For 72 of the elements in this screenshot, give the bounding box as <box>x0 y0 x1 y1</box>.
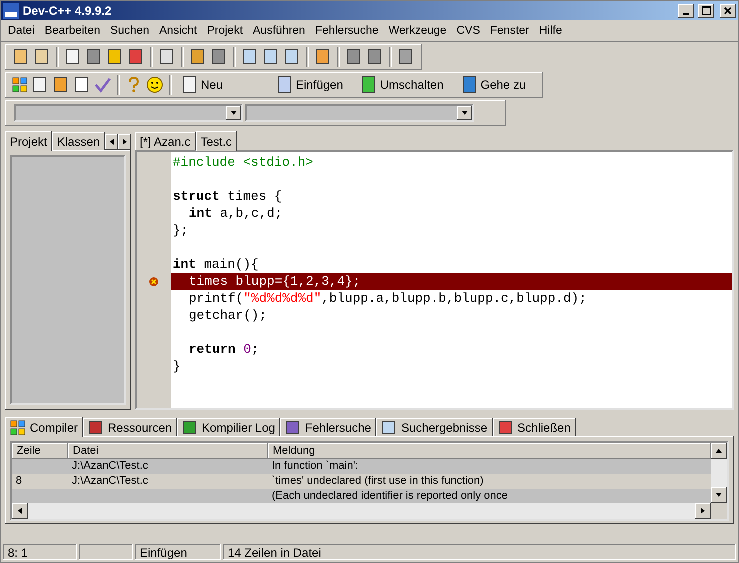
tab[interactable]: Ressourcen <box>83 418 178 436</box>
arrow-up-icon <box>715 447 723 455</box>
tab[interactable]: Kompilier Log <box>177 418 280 436</box>
tab[interactable]: Fehlersuche <box>280 418 376 436</box>
tab[interactable]: Test.c <box>196 131 238 151</box>
page-icon[interactable] <box>64 48 82 66</box>
tab[interactable]: Klassen <box>52 132 106 150</box>
code-line: getchar(); <box>188 307 268 324</box>
window-title: Dev-C++ 4.9.9.2 <box>23 4 113 18</box>
status-field: Einfügen <box>135 544 221 560</box>
menu-item[interactable]: Projekt <box>202 24 248 36</box>
toolbar-button[interactable]: Einfügen <box>272 74 350 96</box>
maximize-button[interactable] <box>698 4 714 18</box>
menu-item[interactable]: Fenster <box>485 24 534 36</box>
minimize-button[interactable] <box>678 4 694 18</box>
arrow-down-icon <box>715 491 723 499</box>
code-line: } <box>172 358 182 375</box>
toolbar-button[interactable]: Umschalten <box>356 74 450 96</box>
table-cell-text: In function `main': <box>271 459 360 474</box>
minimize-icon <box>683 12 689 14</box>
menu-item[interactable]: Werkzeuge <box>384 24 452 36</box>
status-field: 8: 1 <box>3 544 77 560</box>
code-line: struct times { <box>172 188 284 205</box>
code-line: int a,b,c,d; <box>188 205 284 222</box>
smiley-icon[interactable] <box>146 76 164 94</box>
menu-item[interactable]: CVS <box>452 24 486 36</box>
arrow-right-icon <box>120 138 129 146</box>
scroll-right-button[interactable] <box>118 134 131 150</box>
page-icon[interactable] <box>85 48 103 66</box>
arrow-left-icon <box>16 507 24 515</box>
maximize-icon <box>702 6 710 15</box>
scroll-left-button[interactable] <box>105 134 118 150</box>
page-icon <box>183 76 197 94</box>
toolbar-button[interactable]: Neu <box>177 74 230 96</box>
column-header[interactable]: Meldung <box>268 443 711 459</box>
code-line: int main(){ <box>172 256 260 273</box>
tab[interactable]: Suchergebnisse <box>376 418 493 436</box>
menu-item[interactable]: Ansicht <box>154 24 202 36</box>
code-line: return 0; <box>188 341 260 358</box>
menu-item[interactable]: Fehlersuche <box>310 24 384 36</box>
tab[interactable]: Compiler <box>5 417 84 437</box>
status-panel <box>79 544 133 560</box>
dropdown[interactable] <box>245 104 474 122</box>
tab[interactable]: [*] Azan.c <box>135 132 196 150</box>
table-cell-text: J:\AzanC\Test.c <box>71 459 150 474</box>
table-cell-text: J:\AzanC\Test.c <box>71 474 150 489</box>
horizontal-scrollbar[interactable] <box>12 503 711 519</box>
menu-item[interactable]: Hilfe <box>534 24 568 36</box>
dropdown[interactable] <box>14 104 243 122</box>
tab[interactable]: Projekt <box>5 131 52 151</box>
menu-item[interactable]: Ausführen <box>248 24 310 36</box>
arrow-left-icon <box>108 138 116 146</box>
arrow-right-icon <box>699 507 707 515</box>
table-cell-text: `times' undeclared (first use in this function) <box>271 474 485 489</box>
code-line: }; <box>172 222 190 239</box>
vertical-scrollbar[interactable] <box>711 443 727 503</box>
menu-item[interactable]: Datei <box>3 24 40 36</box>
toolbar-button[interactable]: Gehe zu <box>456 74 532 96</box>
code-line: printf("%d%d%d%d",blupp.a,blupp.b,blupp.c,blupp.d); <box>188 290 588 307</box>
column-header[interactable]: Zeile <box>12 443 68 459</box>
status-field: 14 Zeilen in Datei <box>223 544 736 560</box>
code-line: #include <stdio.h> <box>172 154 314 171</box>
column-header[interactable]: Datei <box>68 443 268 459</box>
caret-icon <box>230 109 238 117</box>
menu-item[interactable]: Bearbeiten <box>40 24 106 36</box>
table-cell-text: 8 <box>15 474 24 489</box>
menu-item[interactable]: Suchen <box>105 24 154 36</box>
close-button[interactable] <box>720 4 736 18</box>
caret-icon <box>460 109 468 117</box>
tab[interactable]: Schließen <box>492 418 576 436</box>
app-icon <box>3 2 19 18</box>
table-cell-text: (Each undeclared identifier is reported only once <box>271 489 510 503</box>
